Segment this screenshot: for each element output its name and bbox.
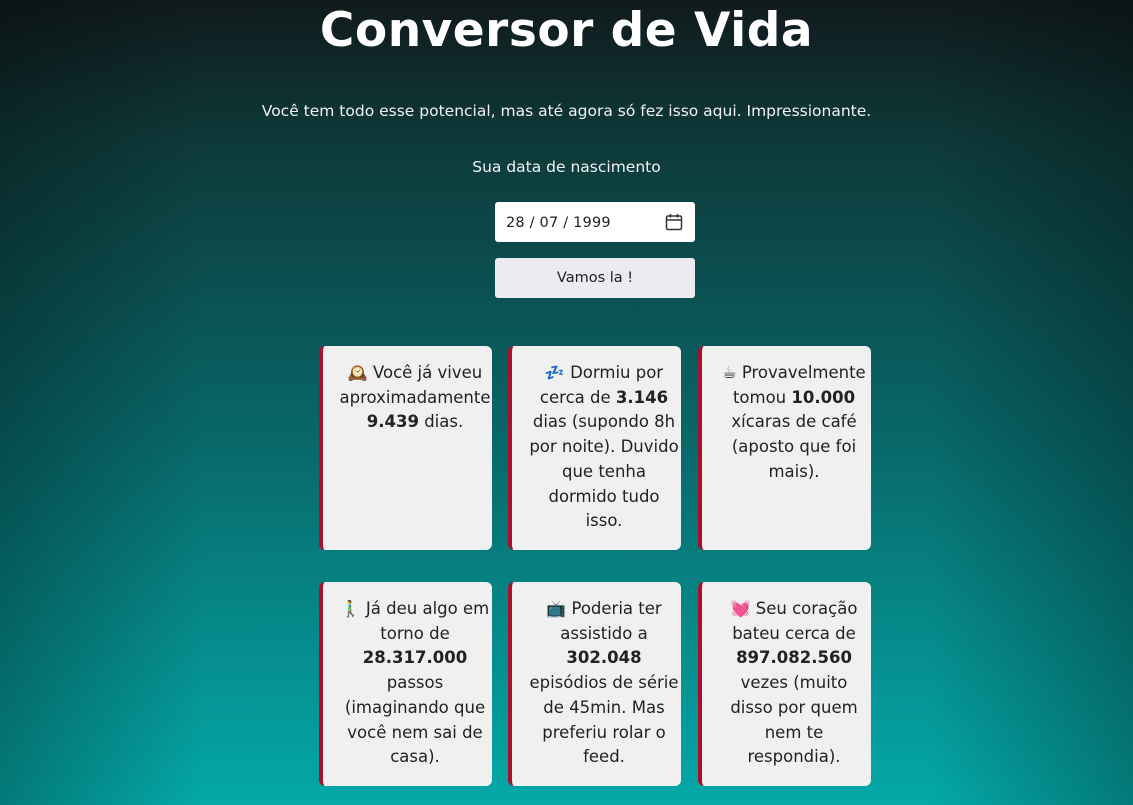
submit-button[interactable]: Vamos la ! — [495, 258, 695, 298]
heart-icon: 💓 — [730, 599, 751, 618]
card-value: 3.146 — [615, 387, 669, 407]
birth-date-value[interactable]: 28 / 07 / 1999 — [506, 213, 611, 233]
card-coffee-cups: ☕ Provavelmente tomou 10.000 xícaras de … — [698, 346, 871, 550]
card-text-after: vezes (muito disso por quem nem te respo… — [730, 673, 858, 767]
card-text-after: passos (imaginando que você nem sai de c… — [344, 673, 486, 767]
television-icon: 📺 — [546, 599, 567, 618]
card-text-after: dias (supondo 8h por noite). Duvido que … — [529, 412, 679, 531]
coffee-icon: ☕ — [722, 363, 737, 382]
card-value: 897.082.560 — [736, 648, 852, 668]
card-text: 📺 Poderia ter assistido a 302.048 episód… — [528, 597, 680, 770]
card-episodes: 📺 Poderia ter assistido a 302.048 episód… — [508, 582, 681, 786]
card-text: 💓 Seu coração bateu cerca de 897.082.560… — [718, 597, 870, 770]
card-value: 28.317.000 — [362, 648, 468, 668]
card-text-after: episódios de série de 45min. Mas preferi… — [529, 673, 679, 767]
card-days-lived: 🕰️ Você já viveu aproximadamente 9.439 d… — [319, 346, 492, 550]
card-text-before: Já deu algo em torno de — [360, 599, 490, 643]
card-value: 302.048 — [566, 648, 642, 668]
card-text-after: xícaras de café (aposto que foi mais). — [731, 412, 857, 481]
card-text-before: Seu coração bateu cerca de — [732, 599, 858, 643]
card-text: 🚶‍♂️ Já deu algo em torno de 28.317.000 … — [339, 597, 491, 770]
card-value: 9.439 — [366, 412, 419, 432]
card-steps: 🚶‍♂️ Já deu algo em torno de 28.317.000 … — [319, 582, 492, 786]
card-text-before: Poderia ter assistido a — [560, 599, 662, 643]
birth-date-input[interactable]: 28 / 07 / 1999 — [495, 202, 695, 242]
birth-date-label: Sua data de nascimento — [472, 158, 661, 176]
card-text: ☕ Provavelmente tomou 10.000 xícaras de … — [718, 361, 870, 485]
card-heartbeats: 💓 Seu coração bateu cerca de 897.082.560… — [698, 582, 871, 786]
page-subtitle: Você tem todo esse potencial, mas até ag… — [261, 102, 872, 120]
page-title: Conversor de Vida — [319, 3, 814, 58]
calendar-icon[interactable] — [665, 213, 683, 231]
card-text: 🕰️ Você já viveu aproximadamente 9.439 d… — [339, 361, 491, 435]
card-days-slept: 💤 Dormiu por cerca de 3.146 dias (supond… — [508, 346, 681, 550]
card-text-after: dias. — [418, 412, 464, 432]
walking-person-icon: 🚶‍♂️ — [340, 599, 361, 618]
alarm-clock-icon: 🕰️ — [347, 363, 368, 382]
card-text: 💤 Dormiu por cerca de 3.146 dias (supond… — [528, 361, 680, 534]
sleep-icon: 💤 — [544, 363, 565, 382]
card-value: 10.000 — [791, 387, 856, 407]
